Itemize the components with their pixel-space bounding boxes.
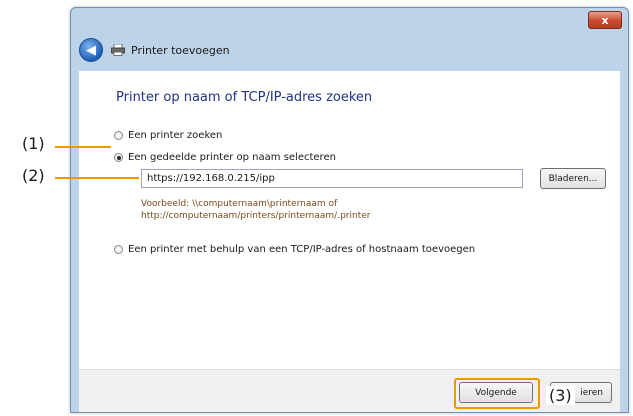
close-button[interactable]: x [588,11,622,29]
example-line-2: http://computernaam/printers/printernaam… [141,211,371,221]
example-line-1: Voorbeeld: \\computernaam\printernaam of [141,199,338,209]
title-bar: ◀ Printer toevoegen [79,36,620,64]
radio-shared-printer[interactable] [114,153,123,162]
window-title: Printer toevoegen [131,43,230,57]
callout-1: (1) [22,134,45,153]
cancel-label: ieren [580,387,603,398]
example-text: Voorbeeld: \\computernaam\printernaam of… [141,198,370,222]
printer-icon [111,44,125,56]
close-icon: x [601,13,609,27]
callout-2: (2) [22,166,45,185]
callout-1-line [55,146,111,148]
option-shared-printer[interactable]: Een gedeelde printer op naam selecteren [114,152,336,163]
dialog-window: x ◀ Printer toevoegen Printer op naam of… [70,7,629,413]
content-area: Printer op naam of TCP/IP-adres zoeken E… [79,71,620,369]
option-label: Een printer met behulp van een TCP/IP-ad… [128,244,476,255]
option-label: Een gedeelde printer op naam selecteren [128,152,336,163]
option-label: Een printer zoeken [128,130,223,141]
callout-2-line [55,177,139,179]
back-button[interactable]: ◀ [79,38,103,62]
callout-3: (3) [546,386,575,405]
printer-url-input[interactable] [141,169,523,188]
page-heading: Printer op naam of TCP/IP-adres zoeken [116,90,373,105]
next-highlight [454,378,540,409]
browse-button[interactable]: Bladeren... [540,168,606,189]
option-find-printer[interactable]: Een printer zoeken [114,130,222,141]
radio-find-printer[interactable] [114,131,123,140]
radio-tcpip[interactable] [114,245,123,254]
option-tcpip[interactable]: Een printer met behulp van een TCP/IP-ad… [114,244,475,255]
browse-label: Bladeren... [548,173,598,184]
back-arrow-icon: ◀ [86,42,96,58]
